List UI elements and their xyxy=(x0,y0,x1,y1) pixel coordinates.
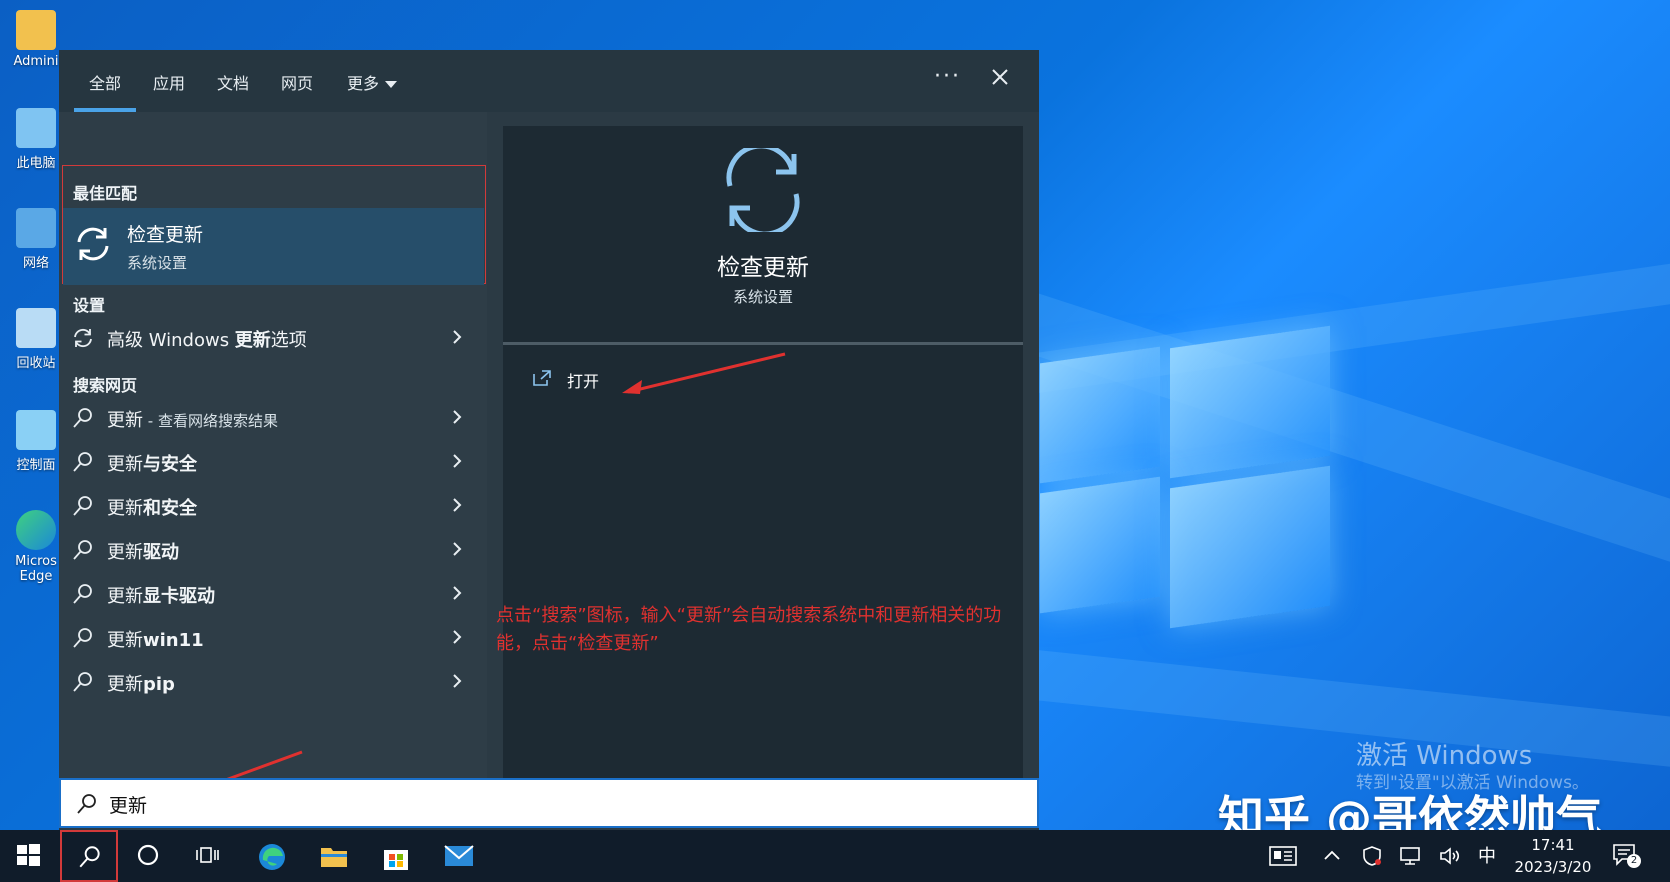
mail-icon xyxy=(444,845,474,866)
annotation-arrows xyxy=(154,352,786,806)
mail-button[interactable] xyxy=(428,830,486,882)
notification-center-button[interactable]: 2 xyxy=(1610,840,1641,870)
task-view-icon xyxy=(196,847,219,863)
arrow-head xyxy=(622,380,642,394)
arrow-to-open xyxy=(627,352,786,394)
edge-icon xyxy=(259,844,285,870)
windows-start-icon xyxy=(17,844,40,866)
file-explorer-button[interactable] xyxy=(304,830,362,882)
search-icon xyxy=(79,846,100,868)
cortana-icon xyxy=(137,844,159,866)
search-input[interactable] xyxy=(109,788,1009,820)
clock-time: 17:41 xyxy=(1531,836,1575,854)
news-widget-icon[interactable] xyxy=(1268,844,1298,868)
search-box[interactable] xyxy=(59,778,1039,828)
network-icon[interactable] xyxy=(1398,844,1424,868)
cortana-button[interactable] xyxy=(120,830,178,882)
search-icon xyxy=(77,794,96,814)
notification-count: 2 xyxy=(1627,854,1641,868)
clock-date: 2023/3/20 xyxy=(1514,858,1592,876)
store-button[interactable] xyxy=(366,830,424,882)
folder-icon xyxy=(321,848,347,867)
clock[interactable]: 17:41 2023/3/20 xyxy=(1508,834,1598,878)
security-icon[interactable] xyxy=(1360,844,1384,868)
taskbar-search-button[interactable] xyxy=(60,830,118,882)
task-view-button[interactable] xyxy=(180,830,238,882)
taskbar: 中 17:41 2023/3/20 2 xyxy=(0,830,1670,882)
start-button[interactable] xyxy=(0,830,58,882)
ime-indicator[interactable]: 中 xyxy=(1478,842,1496,868)
store-icon xyxy=(384,850,408,870)
chevron-up-icon[interactable] xyxy=(1322,844,1342,868)
volume-icon[interactable] xyxy=(1438,844,1464,868)
edge-taskbar-button[interactable] xyxy=(242,830,300,882)
